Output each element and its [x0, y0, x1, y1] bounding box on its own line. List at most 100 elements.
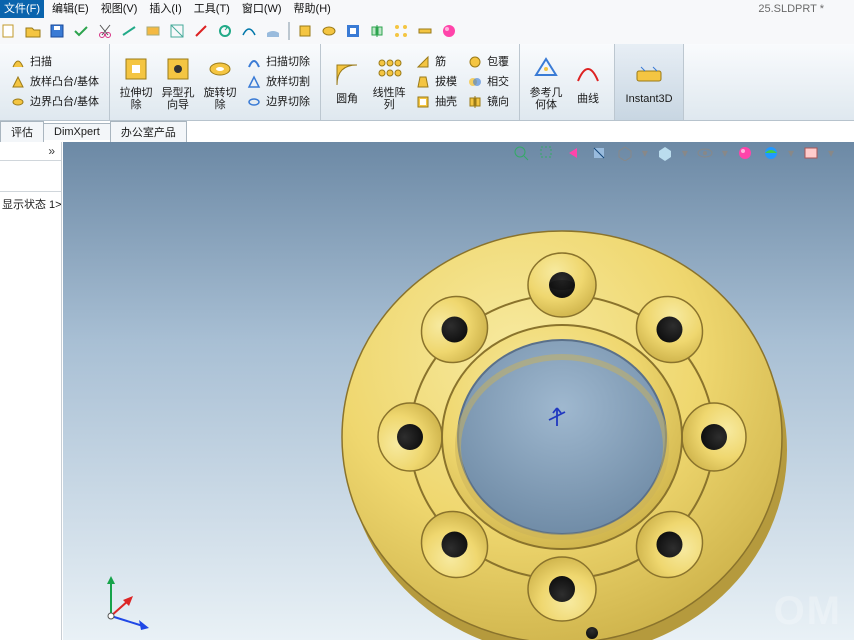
zoom-fit-icon[interactable]: [512, 144, 530, 162]
appearance-icon[interactable]: [736, 144, 754, 162]
linear-pattern-button[interactable]: 线性阵 列: [369, 53, 409, 111]
fillet-button[interactable]: 圆角: [327, 59, 367, 105]
previous-view-icon[interactable]: [564, 144, 582, 162]
dimension-icon[interactable]: [120, 22, 138, 40]
ribbon-group-reference: 参考几 何体 曲线: [520, 44, 615, 120]
menu-help[interactable]: 帮助(H): [290, 0, 335, 18]
quick-access-toolbar: [0, 18, 854, 44]
open-icon[interactable]: [24, 22, 42, 40]
instant3d-button[interactable]: Instant3D: [621, 59, 677, 105]
loft-cut-item[interactable]: 放样切割: [246, 73, 310, 91]
ref-geometry-icon: [530, 53, 562, 85]
loft-cut-icon: [246, 74, 262, 90]
menu-edit[interactable]: 编辑(E): [48, 0, 93, 18]
rib-item[interactable]: 筋: [415, 53, 457, 71]
appearance-small-icon[interactable]: [440, 22, 458, 40]
ribbon-group-features-1: 扫描 放样凸台/基体 边界凸台/基体: [0, 44, 110, 120]
ribbon-list-body-a: 筋 拔模 抽壳: [411, 53, 461, 111]
shell-item[interactable]: 抽壳: [415, 93, 457, 111]
ribbon-list-sweep: 扫描 放样凸台/基体 边界凸台/基体: [6, 53, 103, 111]
mirror-icon: [467, 94, 483, 110]
boundary-item[interactable]: 边界凸台/基体: [10, 93, 99, 111]
intersect-icon: [467, 74, 483, 90]
revolve-cut-icon: [204, 53, 236, 85]
display-state-item[interactable]: 显示状态 1>: [0, 192, 61, 216]
shell-small-icon: [415, 94, 431, 110]
view-toolbar: ▾ ▾ ▾ ▾ ▾: [512, 144, 834, 162]
wrap-item[interactable]: 包覆: [467, 53, 509, 71]
intersect-item[interactable]: 相交: [467, 73, 509, 91]
linear-pattern-icon: [373, 53, 405, 85]
menu-file[interactable]: 文件(F): [0, 0, 44, 18]
loft-icon: [10, 74, 26, 90]
shell-icon[interactable]: [344, 22, 362, 40]
curves-icon: [572, 59, 604, 91]
origin-marker: [543, 400, 571, 431]
ribbon-group-cut: 拉伸切 除 异型孔 向导 旋转切 除 扫描切除 放样切割 边界切除: [110, 44, 321, 120]
plane-icon[interactable]: [144, 22, 162, 40]
fillet-icon: [331, 59, 363, 91]
rib-icon: [415, 54, 431, 70]
menu-window[interactable]: 窗口(W): [238, 0, 286, 18]
curves-button[interactable]: 曲线: [568, 59, 608, 105]
hole-wizard-icon: [162, 53, 194, 85]
secondary-tabs: 评估 DimXpert 办公室产品: [0, 120, 186, 142]
draft-icon: [415, 74, 431, 90]
ref-geometry-button[interactable]: 参考几 何体: [526, 53, 566, 111]
section-icon[interactable]: [168, 22, 186, 40]
watermark: OM: [774, 589, 842, 634]
zoom-area-icon[interactable]: [538, 144, 556, 162]
extrude-icon[interactable]: [296, 22, 314, 40]
mirror-small-icon[interactable]: [368, 22, 386, 40]
ribbon-list-cut: 扫描切除 放样切割 边界切除: [242, 53, 314, 111]
sketch-icon[interactable]: [192, 22, 210, 40]
hide-show-icon[interactable]: [696, 144, 714, 162]
display-style-icon[interactable]: [656, 144, 674, 162]
rebuild-icon[interactable]: [216, 22, 234, 40]
curve-icon[interactable]: [240, 22, 258, 40]
draft-item[interactable]: 拔模: [415, 73, 457, 91]
sweep-item[interactable]: 扫描: [10, 53, 99, 71]
revolve-icon[interactable]: [320, 22, 338, 40]
ribbon-group-instant3d: Instant3D: [615, 44, 684, 120]
view-triad[interactable]: [93, 564, 163, 634]
extrude-cut-icon: [120, 53, 152, 85]
new-icon[interactable]: [0, 22, 18, 40]
menu-bar: 文件(F) 编辑(E) 视图(V) 插入(I) 工具(T) 窗口(W) 帮助(H…: [0, 0, 335, 18]
sweep-icon: [10, 54, 26, 70]
feature-tree-panel: » 显示状态 1>: [0, 142, 62, 640]
check-icon[interactable]: [72, 22, 90, 40]
tab-evaluate[interactable]: 评估: [0, 121, 44, 142]
boundary-cut-icon: [246, 94, 262, 110]
graphics-viewport[interactable]: ▾ ▾ ▾ ▾ ▾: [63, 142, 854, 640]
boundary-icon: [10, 94, 26, 110]
surface-icon[interactable]: [264, 22, 282, 40]
save-icon[interactable]: [48, 22, 66, 40]
swept-cut-item[interactable]: 扫描切除: [246, 53, 310, 71]
boundary-cut-item[interactable]: 边界切除: [246, 93, 310, 111]
wrap-icon: [467, 54, 483, 70]
ribbon: 扫描 放样凸台/基体 边界凸台/基体 拉伸切 除 异型孔 向导 旋转切 除 扫描…: [0, 44, 854, 121]
scene-icon[interactable]: [762, 144, 780, 162]
view-orientation-icon[interactable]: [616, 144, 634, 162]
extrude-cut-button[interactable]: 拉伸切 除: [116, 53, 156, 111]
panel-collapse[interactable]: »: [0, 142, 61, 161]
menu-view[interactable]: 视图(V): [97, 0, 142, 18]
menu-insert[interactable]: 插入(I): [145, 0, 185, 18]
instant3d-icon: [633, 59, 665, 91]
loft-item[interactable]: 放样凸台/基体: [10, 73, 99, 91]
section-view-icon[interactable]: [590, 144, 608, 162]
tab-office[interactable]: 办公室产品: [110, 121, 187, 142]
ribbon-list-body-b: 包覆 相交 镜向: [463, 53, 513, 111]
measure-icon[interactable]: [416, 22, 434, 40]
hole-wizard-button[interactable]: 异型孔 向导: [158, 53, 198, 111]
document-title: 25.SLDPRT *: [758, 3, 824, 15]
view-settings-icon[interactable]: [802, 144, 820, 162]
ribbon-group-pattern: 圆角 线性阵 列 筋 拔模 抽壳 包覆 相交 镜向: [321, 44, 520, 120]
tab-dimxpert[interactable]: DimXpert: [43, 123, 111, 140]
mirror-item[interactable]: 镜向: [467, 93, 509, 111]
revolve-cut-button[interactable]: 旋转切 除: [200, 53, 240, 111]
pattern-small-icon[interactable]: [392, 22, 410, 40]
menu-tools[interactable]: 工具(T): [190, 0, 234, 18]
cut-icon[interactable]: [96, 22, 114, 40]
